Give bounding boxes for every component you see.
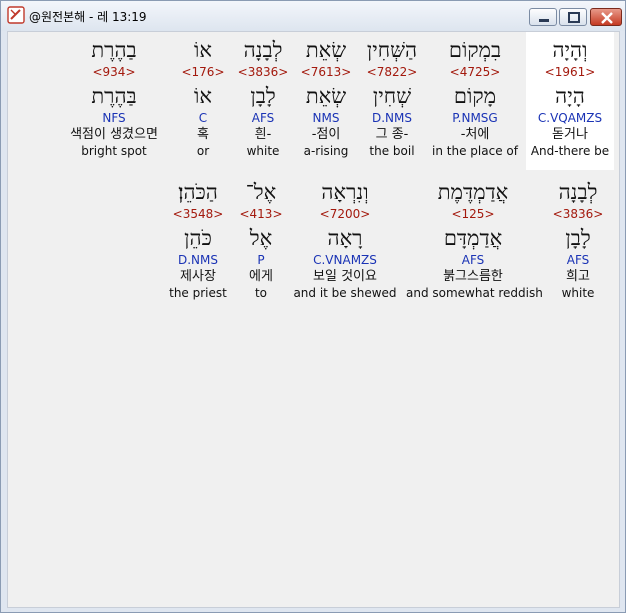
word-2-2[interactable]: אֲדַמְדֶּמֶת <125> אֲדַמְדָּם AFS 붉그스름한 … xyxy=(406,178,543,301)
hebrew-lemma: אֶל xyxy=(249,226,273,250)
word-2-1[interactable]: לְבָנָה <3836> לָבָן AFS 희고 white xyxy=(542,178,614,301)
hebrew-lemma: שְׁחִין xyxy=(372,84,412,108)
korean-gloss: 혹 xyxy=(197,127,209,142)
close-button[interactable] xyxy=(590,8,622,26)
hebrew-lemma: אוֹ xyxy=(194,84,212,108)
english-gloss: white xyxy=(246,144,280,158)
hebrew-surface: בַהֶרֶת xyxy=(91,38,137,62)
english-gloss: the boil xyxy=(369,144,415,158)
hebrew-surface: אֶל־ xyxy=(245,180,277,204)
hebrew-surface: לְבָנָה xyxy=(558,180,598,204)
morph-code: C xyxy=(198,111,208,125)
close-icon xyxy=(601,12,613,24)
hebrew-surface: וְנִרְאָה xyxy=(321,180,369,204)
hebrew-surface: שְׂאֵת xyxy=(305,38,347,62)
hebrew-surface: אוֹ xyxy=(194,38,212,62)
word-1-6[interactable]: אוֹ <176> אוֹ C 혹 or xyxy=(180,36,226,159)
hebrew-lemma: בַּהֶרֶת xyxy=(91,84,137,108)
morph-code: C.VNAMZS xyxy=(313,253,377,267)
morph-code: NFS xyxy=(102,111,126,125)
word-2-3[interactable]: וְנִרְאָה <7200> רָאָה C.VNAMZS 보일 것이요 a… xyxy=(290,178,400,301)
korean-gloss: 흰- xyxy=(254,127,272,142)
hebrew-surface: וְהָיָה xyxy=(552,38,588,62)
morph-code: P xyxy=(257,253,265,267)
minimize-icon xyxy=(539,19,549,22)
korean-gloss: 색점이 생겼으면 xyxy=(70,127,158,142)
korean-gloss: -점이 xyxy=(311,127,341,142)
hebrew-surface: לְבָנָה xyxy=(243,38,283,62)
hebrew-surface: בִמְקוֹם xyxy=(448,38,502,62)
morph-code: NMS xyxy=(312,111,340,125)
word-2-5[interactable]: הַכֹּהֵן׃ <3548> כֹּהֵן D.NMS 제사장 the pr… xyxy=(162,178,234,301)
english-gloss: the priest xyxy=(169,286,227,300)
hebrew-surface: אֲדַמְדֶּמֶת xyxy=(437,180,509,204)
english-gloss: And-there be xyxy=(530,144,610,158)
hebrew-lemma: שְׂאֵת xyxy=(305,84,347,108)
strong-number[interactable]: <7822> xyxy=(360,64,424,80)
title-bar[interactable]: @원전본해 - 레 13:19 xyxy=(1,1,625,31)
strong-number[interactable]: <176> xyxy=(180,64,226,80)
word-1-5[interactable]: לְבָנָה <3836> לָבָן AFS 흰- white xyxy=(234,36,292,159)
word-2-4[interactable]: אֶל־ <413> אֶל P 에게 to xyxy=(234,178,288,301)
korean-gloss: 돋거나 xyxy=(552,127,588,142)
strong-number[interactable]: <3548> xyxy=(162,206,234,222)
minimize-button[interactable] xyxy=(529,8,557,26)
hebrew-lemma: מָקוֹם xyxy=(453,84,497,108)
english-gloss: and somewhat reddish xyxy=(406,286,543,300)
hebrew-lemma: הָיָה xyxy=(555,84,585,108)
morph-code: D.NMS xyxy=(177,253,218,267)
english-gloss: or xyxy=(196,144,210,158)
hebrew-lemma: לָבָן xyxy=(250,84,276,108)
morph-code: AFS xyxy=(251,111,275,125)
strong-number[interactable]: <934> xyxy=(54,64,174,80)
word-1-2[interactable]: בִמְקוֹם <4725> מָקוֹם P.NMSG -처에 in the… xyxy=(428,36,522,159)
english-gloss: to xyxy=(254,286,268,300)
window-title: @원전본해 - 레 13:19 xyxy=(29,10,147,24)
strong-number[interactable]: <1961> xyxy=(526,64,614,80)
korean-gloss: 에게 xyxy=(249,269,273,284)
english-gloss: and it be shewed xyxy=(293,286,397,300)
korean-gloss: 붉그스름한 xyxy=(443,269,503,284)
hebrew-lemma: אֲדַמְדָּם xyxy=(443,226,503,250)
korean-gloss: -처에 xyxy=(460,127,490,142)
word-1-7[interactable]: בַהֶרֶת <934> בַּהֶרֶת NFS 색점이 생겼으면 brig… xyxy=(54,36,174,159)
morph-code: AFS xyxy=(461,253,485,267)
strong-number[interactable]: <413> xyxy=(234,206,288,222)
word-1-3[interactable]: הַשְּׁחִין <7822> שְׁחִין D.NMS 그 종- the… xyxy=(360,36,424,159)
strong-number[interactable]: <4725> xyxy=(428,64,522,80)
strong-number[interactable]: <7200> xyxy=(290,206,400,222)
korean-gloss: 그 종- xyxy=(375,127,409,142)
app-window: @원전본해 - 레 13:19 וְהָיָה <1961> הָיָה C.V… xyxy=(0,0,626,613)
hebrew-surface: הַשְּׁחִין xyxy=(366,38,418,62)
morph-code: D.NMS xyxy=(371,111,412,125)
strong-number[interactable]: <7613> xyxy=(296,64,356,80)
word-1-1[interactable]: וְהָיָה <1961> הָיָה C.VQAMZS 돋거나 And-th… xyxy=(526,36,614,159)
morph-code: AFS xyxy=(566,253,590,267)
hebrew-surface: הַכֹּהֵן׃ xyxy=(178,180,218,204)
strong-number[interactable]: <125> xyxy=(406,206,540,222)
hebrew-lemma: רָאָה xyxy=(327,226,363,250)
english-gloss: in the place of xyxy=(432,144,518,158)
app-icon[interactable] xyxy=(7,6,25,24)
korean-gloss: 희고 xyxy=(566,269,590,284)
maximize-icon xyxy=(568,12,580,23)
verse-panel[interactable]: וְהָיָה <1961> הָיָה C.VQAMZS 돋거나 And-th… xyxy=(7,31,620,608)
maximize-button[interactable] xyxy=(559,8,587,26)
english-gloss: a-rising xyxy=(303,144,349,158)
strong-number[interactable]: <3836> xyxy=(234,64,292,80)
korean-gloss: 보일 것이요 xyxy=(313,269,377,284)
morph-code: C.VQAMZS xyxy=(537,111,603,125)
word-1-4[interactable]: שְׂאֵת <7613> שְׂאֵת NMS -점이 a-rising xyxy=(296,36,356,159)
english-gloss: bright spot xyxy=(81,144,147,158)
strong-number[interactable]: <3836> xyxy=(542,206,614,222)
korean-gloss: 제사장 xyxy=(180,269,216,284)
english-gloss: white xyxy=(561,286,595,300)
morph-code: P.NMSG xyxy=(452,111,498,125)
hebrew-lemma: לָבָן xyxy=(565,226,591,250)
hebrew-lemma: כֹּהֵן xyxy=(184,226,212,250)
